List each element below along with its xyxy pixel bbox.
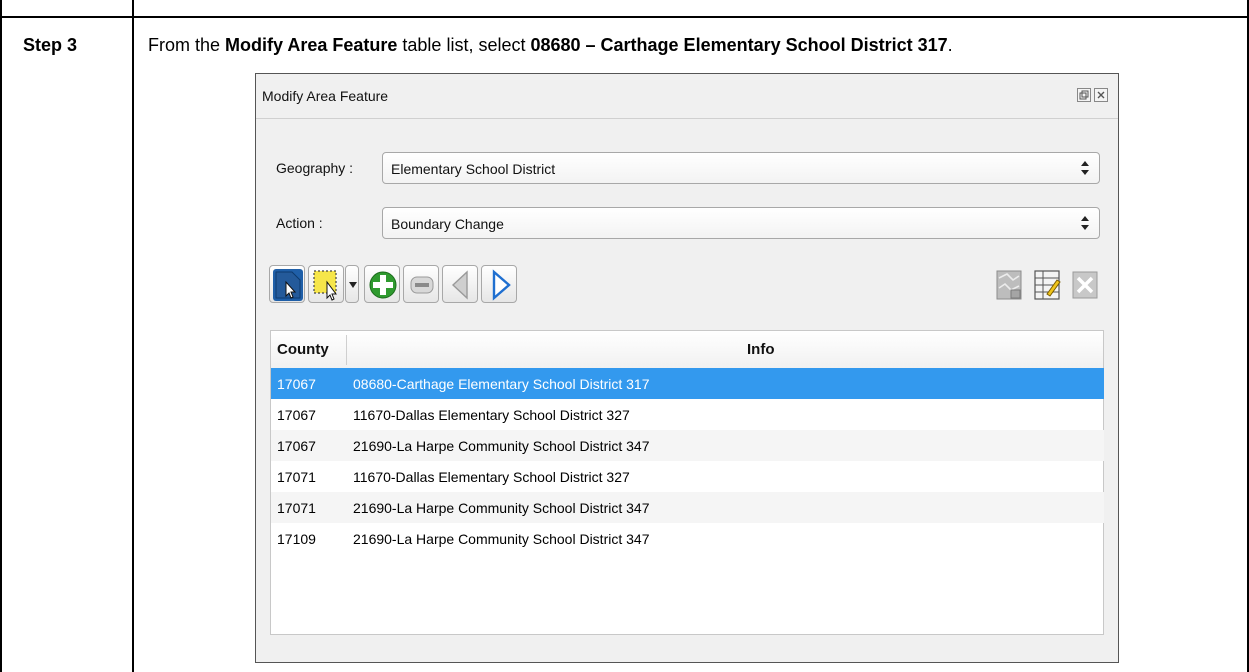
table-row[interactable]: 17067 11670-Dallas Elementary School Dis… [271,399,1104,430]
county-cell: 17067 [277,407,316,423]
table-border-left [0,0,2,672]
map-button[interactable] [990,265,1026,303]
float-icon[interactable] [1077,88,1091,102]
table-row-top-border [0,16,1249,18]
feature-table: County Info 17067 08680-Carthage Element… [270,330,1104,635]
table-border-right [1247,0,1249,672]
select-feature-icon [273,269,303,301]
info-cell: 11670-Dallas Elementary School District … [353,469,630,485]
dropdown-arrow-icon [349,282,357,288]
instruction-suffix: . [947,35,953,55]
previous-icon [451,270,468,300]
county-cell: 17071 [277,469,316,485]
info-cell: 11670-Dallas Elementary School District … [353,407,630,423]
previous-button[interactable] [442,265,478,303]
remove-button[interactable] [403,265,439,303]
clear-button[interactable] [1066,265,1102,303]
edit-table-button[interactable] [1028,265,1064,303]
geography-value: Elementary School District [391,161,556,177]
table-row[interactable]: 17071 11670-Dallas Elementary School Dis… [271,461,1104,492]
table-header: County Info [271,331,1103,369]
table-row[interactable]: 17067 21690-La Harpe Community School Di… [271,430,1104,461]
table-row[interactable]: 17109 21690-La Harpe Community School Di… [271,523,1104,554]
info-cell: 21690-La Harpe Community School District… [353,438,650,454]
dialog-title: Modify Area Feature [262,88,389,104]
rectangle-select-icon [313,270,337,301]
county-cell: 17067 [277,376,316,392]
table-row[interactable]: 17071 21690-La Harpe Community School Di… [271,492,1104,523]
modify-area-feature-dialog: Modify Area Feature Geography : Elementa… [255,73,1119,663]
next-icon [492,269,511,301]
table-row[interactable]: 17067 08680-Carthage Elementary School D… [271,368,1104,399]
step-instruction: From the Modify Area Feature table list,… [148,35,953,56]
rectangle-select-button[interactable] [308,265,344,303]
column-header-info[interactable]: Info [747,341,775,358]
select-mode-dropdown[interactable] [345,265,359,303]
column-separator [346,335,347,365]
select-feature-button[interactable] [269,265,305,303]
clear-icon [1072,271,1098,299]
map-icon [996,270,1022,300]
instruction-dialog-name: Modify Area Feature [225,35,398,55]
county-cell: 17071 [277,500,316,516]
action-label: Action : [276,215,323,231]
add-icon [369,271,397,299]
instruction-middle: table list, select [397,35,531,55]
add-button[interactable] [364,265,400,303]
close-icon[interactable] [1094,88,1108,102]
county-cell: 17109 [277,531,316,547]
action-value: Boundary Change [391,216,504,232]
info-cell: 21690-La Harpe Community School District… [353,531,650,547]
instruction-prefix: From the [148,35,226,55]
county-cell: 17067 [277,438,316,454]
step-label: Step 3 [23,35,78,55]
info-cell: 21690-La Harpe Community School District… [353,500,650,516]
geography-select[interactable]: Elementary School District [382,152,1100,184]
remove-icon [410,276,434,294]
action-select[interactable]: Boundary Change [382,207,1100,239]
dialog-title-bar[interactable]: Modify Area Feature [256,74,1118,118]
geography-label: Geography : [276,160,354,176]
title-separator [256,118,1118,119]
edit-table-icon [1034,270,1061,300]
table-column-divider [132,0,134,672]
chevron-up-down-icon [1080,213,1090,233]
instruction-target-item: 08680 – Carthage Elementary School Distr… [530,35,948,55]
chevron-up-down-icon [1080,158,1090,178]
next-button[interactable] [481,265,517,303]
info-cell: 08680-Carthage Elementary School Distric… [353,376,650,392]
column-header-county[interactable]: County [277,341,329,358]
